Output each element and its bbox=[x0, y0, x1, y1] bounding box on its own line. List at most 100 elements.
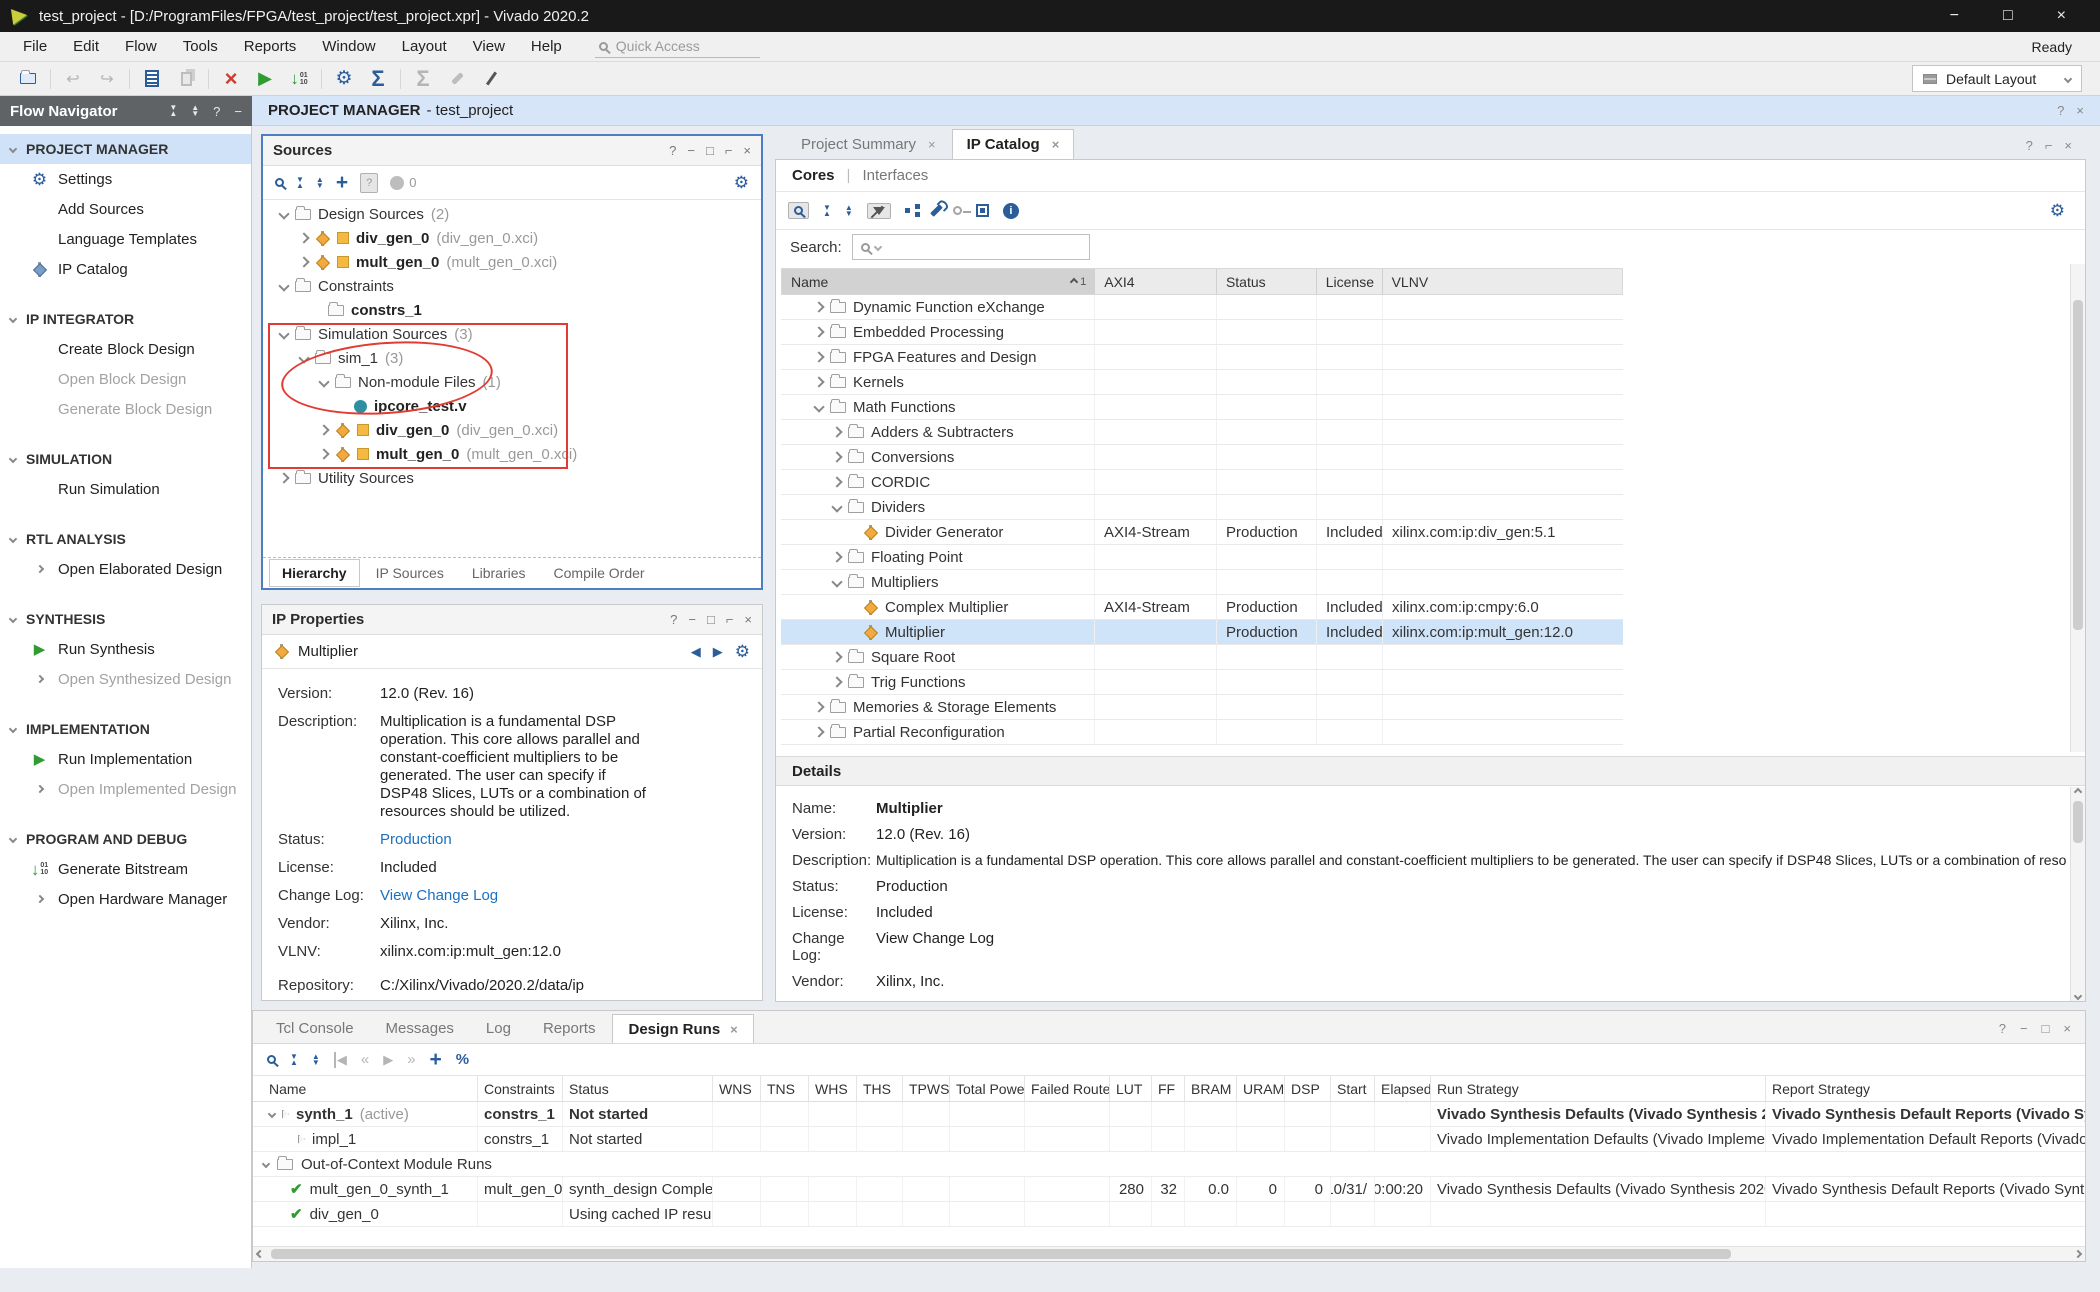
tree-item-utility-sources[interactable]: Utility Sources bbox=[263, 466, 761, 490]
close-icon[interactable]: × bbox=[1052, 137, 1060, 152]
tab-hierarchy[interactable]: Hierarchy bbox=[269, 559, 360, 587]
menu-edit[interactable]: Edit bbox=[60, 35, 112, 58]
chevron-right-icon[interactable] bbox=[318, 424, 329, 435]
column-ff[interactable]: FF bbox=[1152, 1076, 1185, 1101]
expand-all-icon[interactable]: ▲▼ bbox=[316, 177, 324, 189]
sidebar-item-run-synthesis[interactable]: ▶ Run Synthesis bbox=[0, 634, 251, 664]
help-icon[interactable]: ? bbox=[2026, 138, 2033, 153]
sidebar-item-create-block-design[interactable]: Create Block Design bbox=[0, 334, 251, 364]
float-icon[interactable]: ⌐ bbox=[725, 143, 733, 158]
column-failed-routes[interactable]: Failed Routes bbox=[1025, 1076, 1110, 1101]
detail-change-log-link[interactable]: View Change Log bbox=[876, 930, 994, 964]
chevron-right-icon[interactable] bbox=[831, 426, 842, 437]
menu-tools[interactable]: Tools bbox=[170, 35, 231, 58]
tree-item-sim-mult-gen-0[interactable]: mult_gen_0(mult_gen_0.xci) bbox=[263, 442, 761, 466]
tree-item-constraints[interactable]: Constraints bbox=[263, 274, 761, 298]
catalog-row[interactable]: Math Functions bbox=[781, 395, 1623, 420]
minimize-icon[interactable]: − bbox=[2020, 1021, 2028, 1036]
column-name[interactable]: Name bbox=[263, 1076, 478, 1101]
minimize-icon[interactable]: − bbox=[687, 143, 695, 158]
column-axi4[interactable]: AXI4 bbox=[1095, 269, 1217, 294]
sidebar-item-rtl-analysis[interactable]: RTL ANALYSIS bbox=[0, 524, 251, 554]
scrollbar-thumb[interactable] bbox=[2073, 300, 2083, 630]
catalog-row[interactable]: Embedded Processing bbox=[781, 320, 1623, 345]
sidebar-item-run-simulation[interactable]: Run Simulation bbox=[0, 474, 251, 504]
add-sources-icon[interactable]: + bbox=[336, 172, 348, 193]
scroll-down-icon[interactable] bbox=[2074, 992, 2082, 1000]
delete-icon[interactable]: × bbox=[215, 66, 247, 92]
open-project-icon[interactable] bbox=[12, 66, 44, 92]
gear-icon[interactable]: ⚙ bbox=[735, 643, 750, 660]
chevron-down-icon[interactable] bbox=[268, 1110, 276, 1118]
help-icon[interactable]: ? bbox=[2057, 103, 2064, 118]
column-dsp[interactable]: DSP bbox=[1285, 1076, 1331, 1101]
float-icon[interactable]: ⌐ bbox=[726, 612, 734, 627]
tree-item-constrs-1[interactable]: constrs_1 bbox=[263, 298, 761, 322]
chevron-down-icon[interactable] bbox=[9, 725, 17, 733]
details-scrollbar[interactable] bbox=[2070, 787, 2085, 1001]
chevron-right-icon[interactable] bbox=[831, 651, 842, 662]
tab-messages[interactable]: Messages bbox=[371, 1014, 469, 1043]
column-tns[interactable]: TNS bbox=[761, 1076, 809, 1101]
chevron-down-icon[interactable] bbox=[318, 376, 329, 387]
scroll-up-icon[interactable] bbox=[2074, 788, 2082, 796]
tab-project-summary[interactable]: Project Summary × bbox=[787, 129, 950, 159]
float-icon[interactable]: ⌐ bbox=[2045, 138, 2053, 153]
hide-incompatible-icon[interactable] bbox=[867, 203, 891, 219]
tree-item-sim-div-gen-0[interactable]: div_gen_0(div_gen_0.xci) bbox=[263, 418, 761, 442]
help-icon[interactable]: ? bbox=[1999, 1021, 2006, 1036]
catalog-row[interactable]: Dynamic Function eXchange bbox=[781, 295, 1623, 320]
minimize-panel-icon[interactable]: − bbox=[234, 104, 242, 119]
minimize-icon[interactable]: − bbox=[688, 612, 696, 627]
run-row-div-gen-0[interactable]: ✔ div_gen_0 Using cached IP results bbox=[253, 1202, 2085, 1227]
chevron-right-icon[interactable] bbox=[831, 676, 842, 687]
run-row-impl-1[interactable]: impl_1 constrs_1 Not started Vivado Impl… bbox=[253, 1127, 2085, 1152]
column-bram[interactable]: BRAM bbox=[1185, 1076, 1237, 1101]
generate-bitstream-icon[interactable]: ↓0110 bbox=[283, 66, 315, 92]
tree-item-sim-1[interactable]: sim_1(3) bbox=[263, 346, 761, 370]
tab-ip-sources[interactable]: IP Sources bbox=[364, 560, 456, 586]
tree-item-non-module-files[interactable]: Non-module Files(1) bbox=[263, 370, 761, 394]
chevron-right-icon[interactable] bbox=[831, 551, 842, 562]
close-button[interactable]: × bbox=[2057, 7, 2066, 25]
chevron-down-icon[interactable] bbox=[9, 615, 17, 623]
close-icon[interactable]: × bbox=[2076, 103, 2084, 118]
chevron-down-icon[interactable] bbox=[278, 280, 289, 291]
catalog-row[interactable]: FPGA Features and Design bbox=[781, 345, 1623, 370]
close-icon[interactable]: × bbox=[2063, 1021, 2071, 1036]
maximize-button[interactable]: □ bbox=[2003, 7, 2013, 25]
run-row-synth-1[interactable]: synth_1 (active) constrs_1 Not started V… bbox=[253, 1102, 2085, 1127]
sidebar-item-language-templates[interactable]: Language Templates bbox=[0, 224, 251, 254]
catalog-row[interactable]: Dividers bbox=[781, 495, 1623, 520]
redo-icon[interactable]: ↪ bbox=[91, 66, 123, 92]
info-icon[interactable]: i bbox=[1003, 203, 1019, 219]
quick-access-search[interactable]: Quick Access bbox=[595, 35, 760, 58]
copy-icon[interactable] bbox=[170, 66, 202, 92]
column-wns[interactable]: WNS bbox=[713, 1076, 761, 1101]
sidebar-item-simulation[interactable]: SIMULATION bbox=[0, 444, 251, 474]
chevron-right-icon[interactable] bbox=[298, 232, 309, 243]
collapse-all-icon[interactable]: ▼▲ bbox=[169, 105, 177, 117]
sidebar-item-run-implementation[interactable]: ▶ Run Implementation bbox=[0, 744, 251, 774]
search-icon[interactable] bbox=[267, 1055, 276, 1064]
vertical-scrollbar[interactable] bbox=[2070, 264, 2085, 752]
catalog-row-multiplier-selected[interactable]: Multiplier Production Included xilinx.co… bbox=[781, 620, 1623, 645]
gear-icon[interactable]: ⚙ bbox=[2050, 202, 2065, 219]
chevron-down-icon[interactable] bbox=[9, 835, 17, 843]
chevron-down-icon[interactable] bbox=[278, 208, 289, 219]
column-tpws[interactable]: TPWS bbox=[903, 1076, 950, 1101]
layout-selector[interactable]: Default Layout bbox=[1912, 65, 2082, 92]
back-arrow-icon[interactable]: ◀ bbox=[691, 644, 701, 660]
sidebar-item-open-hardware-manager[interactable]: Open Hardware Manager bbox=[0, 884, 251, 914]
maximize-icon[interactable]: □ bbox=[2042, 1021, 2050, 1036]
help-icon[interactable]: ? bbox=[213, 104, 220, 119]
scroll-right-icon[interactable] bbox=[2074, 1250, 2082, 1258]
catalog-row[interactable]: Multipliers bbox=[781, 570, 1623, 595]
sidebar-item-add-sources[interactable]: Add Sources bbox=[0, 194, 251, 224]
gear-icon[interactable]: ⚙ bbox=[734, 174, 749, 191]
sidebar-item-ip-integrator[interactable]: IP INTEGRATOR bbox=[0, 304, 251, 334]
catalog-row[interactable]: Floating Point bbox=[781, 545, 1623, 570]
run-row-mult-gen-0-synth-1[interactable]: ✔ mult_gen_0_synth_1 mult_gen_0 synth_de… bbox=[253, 1177, 2085, 1202]
catalog-row-divider-generator[interactable]: Divider Generator AXI4-Stream Production… bbox=[781, 520, 1623, 545]
menu-view[interactable]: View bbox=[460, 35, 518, 58]
